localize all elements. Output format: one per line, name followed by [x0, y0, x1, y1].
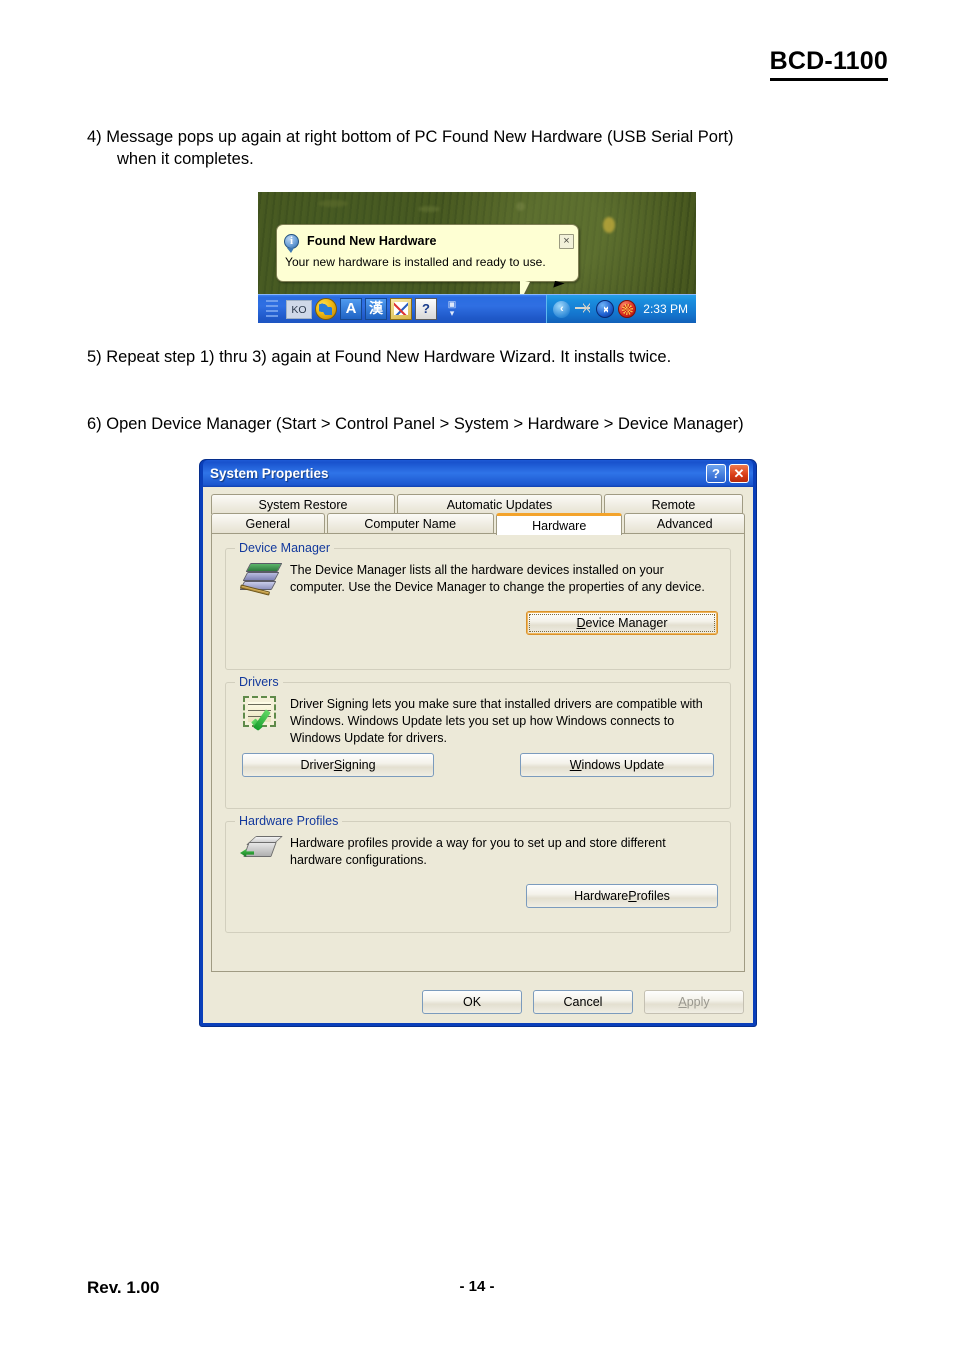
dialog-title: System Properties	[210, 466, 329, 481]
tab-computer-name[interactable]: Computer Name	[326, 513, 494, 533]
wallpaper-speckle	[603, 217, 615, 233]
taskbar: KO A 漢 ? ▣ ▾ ‹ 2:33 PM	[258, 294, 696, 323]
wallpaper-speckle	[516, 202, 525, 211]
step-4-line-1: 4) Message pops up again at right bottom…	[87, 128, 734, 146]
driver-signing-icon	[238, 695, 290, 739]
page-header-title: BCD-1100	[769, 47, 888, 81]
system-tray: ‹ 2:33 PM	[546, 295, 696, 323]
ime-a-icon[interactable]: A	[340, 298, 362, 320]
dialog-title-bar[interactable]: System Properties ? ✕	[203, 460, 753, 487]
footer-page-number: - 14 -	[459, 1278, 495, 1295]
ok-button[interactable]: OK	[422, 990, 522, 1014]
group-legend-hardware-profiles: Hardware Profiles	[235, 814, 343, 828]
wallpaper-speckle	[318, 200, 348, 207]
dialog-client-area: System Restore Automatic Updates Remote …	[203, 487, 753, 1023]
found-new-hardware-screenshot: i Found New Hardware × Your new hardware…	[258, 192, 696, 323]
bluetooth-icon[interactable]	[596, 300, 615, 318]
language-bar-indicator[interactable]: KO	[286, 299, 312, 319]
tab-remote[interactable]: Remote	[604, 494, 743, 514]
hardware-profiles-button-row: Hardware Profiles	[238, 884, 718, 908]
tab-hardware[interactable]: Hardware	[495, 513, 623, 535]
hardware-profiles-row: Hardware profiles provide a way for you …	[238, 834, 718, 878]
device-manager-button[interactable]: Device Manager	[526, 611, 718, 635]
group-device-manager: Device Manager The Device Manager lists …	[225, 541, 731, 670]
device-manager-row: The Device Manager lists all the hardwar…	[238, 561, 718, 605]
device-manager-description: The Device Manager lists all the hardwar…	[290, 563, 705, 594]
close-icon[interactable]: ✕	[729, 464, 749, 483]
wallpaper-speckle	[418, 206, 440, 212]
info-icon: i	[284, 233, 299, 253]
apply-button: Apply	[644, 990, 744, 1014]
drivers-button-row: Driver Signing Windows Update	[238, 752, 718, 777]
tab-system-restore[interactable]: System Restore	[211, 494, 395, 514]
drivers-row: Driver Signing lets you make sure that i…	[238, 695, 718, 747]
group-hardware-profiles: Hardware Profiles Hardware profiles prov…	[225, 814, 731, 933]
step-4-line-2: when it completes.	[117, 150, 254, 169]
help-icon[interactable]: ?	[706, 464, 726, 483]
hardware-profiles-description: Hardware profiles provide a way for you …	[290, 836, 666, 867]
system-properties-dialog: System Properties ? ✕ System Restore Aut…	[199, 459, 757, 1027]
device-manager-icon	[238, 561, 290, 605]
cancel-button[interactable]: Cancel	[533, 990, 633, 1014]
tab-advanced[interactable]: Advanced	[624, 513, 745, 533]
group-legend-drivers: Drivers	[235, 675, 283, 689]
dialog-action-buttons: OK Cancel Apply	[411, 990, 744, 1014]
taskbar-clock[interactable]: 2:33 PM	[643, 302, 688, 316]
group-drivers: Drivers Driver Signing lets you make sur…	[225, 675, 731, 809]
drivers-description: Driver Signing lets you make sure that i…	[290, 697, 703, 745]
step-4-text: 4) Message pops up again at right bottom…	[87, 126, 869, 170]
tab-general[interactable]: General	[211, 513, 325, 533]
tab-automatic-updates[interactable]: Automatic Updates	[397, 494, 602, 514]
mouse-cursor-icon	[553, 280, 565, 291]
ime-tools-icon[interactable]	[390, 298, 412, 320]
hardware-profiles-button[interactable]: Hardware Profiles	[526, 884, 718, 908]
step-5-text: 5) Repeat step 1) thru 3) again at Found…	[87, 348, 672, 366]
tab-strip-row-2: General Computer Name Hardware Advanced	[211, 513, 745, 535]
info-icon-glyph: i	[289, 234, 294, 247]
hardware-tab-panel: Device Manager The Device Manager lists …	[211, 533, 745, 972]
chevron-left-icon[interactable]: ‹	[553, 300, 571, 318]
close-icon[interactable]: ×	[559, 233, 574, 249]
group-legend-device-manager: Device Manager	[235, 541, 335, 555]
taskbar-grip-icon[interactable]	[266, 300, 278, 318]
globe-icon[interactable]	[315, 298, 337, 320]
usb-icon[interactable]	[574, 300, 592, 318]
windows-update-button[interactable]: Windows Update	[520, 752, 714, 777]
hardware-profiles-icon	[238, 834, 290, 878]
balloon-body-text: Your new hardware is installed and ready…	[285, 255, 546, 269]
balloon-title-row: i Found New Hardware ×	[277, 225, 578, 254]
ime-han-icon[interactable]: 漢	[365, 298, 387, 320]
ime-expand-icon[interactable]: ▣ ▾	[445, 300, 459, 318]
antivirus-icon[interactable]	[618, 300, 637, 318]
driver-signing-button[interactable]: Driver Signing	[242, 752, 434, 777]
balloon-title: Found New Hardware	[307, 234, 437, 248]
step-6-text: 6) Open Device Manager (Start > Control …	[87, 415, 744, 433]
found-new-hardware-balloon: i Found New Hardware × Your new hardware…	[276, 224, 579, 282]
tab-strip-row-1: System Restore Automatic Updates Remote	[211, 494, 745, 514]
ime-help-icon[interactable]: ?	[415, 298, 437, 320]
device-manager-button-row: Device Manager	[238, 611, 718, 635]
